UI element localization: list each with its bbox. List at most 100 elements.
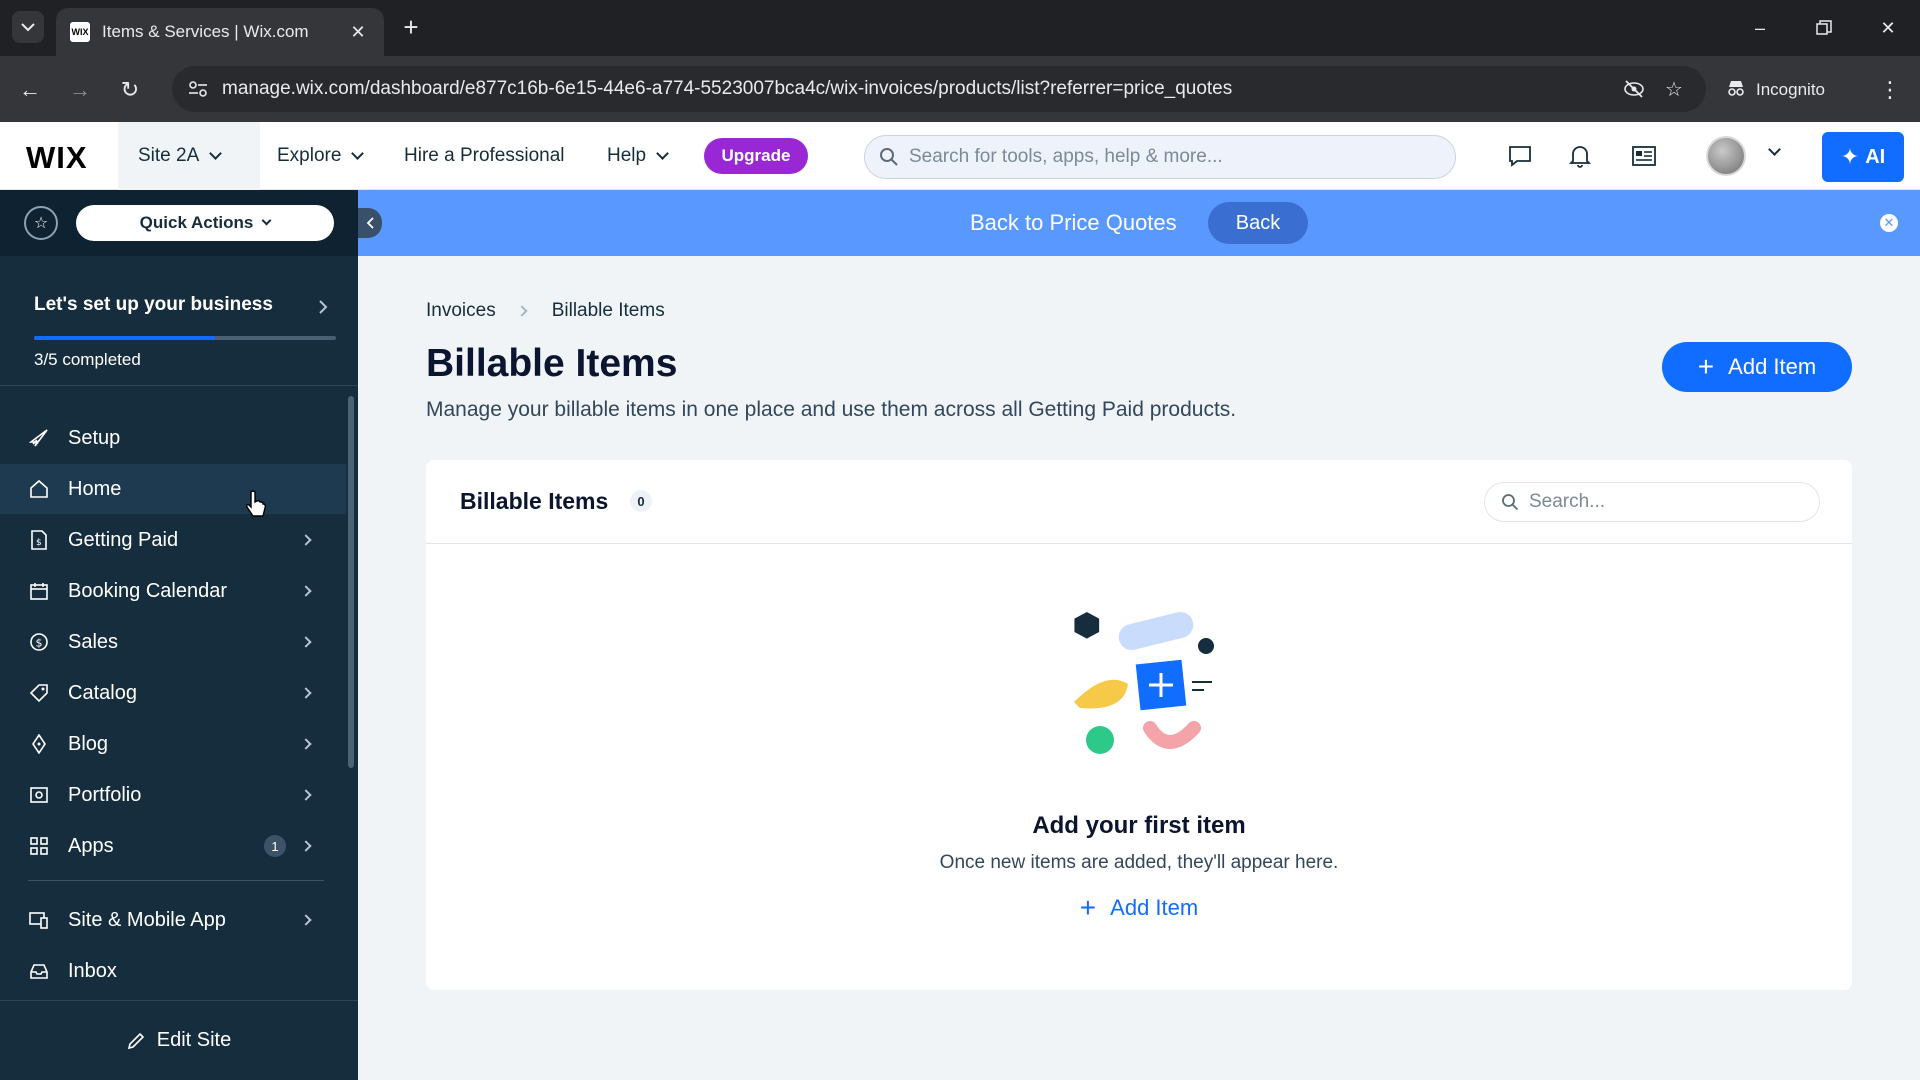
address-bar[interactable]: manage.wix.com/dashboard/e877c16b-6e15-4… [172,66,1706,112]
sidebar-item-label: Inbox [68,959,117,982]
tab-close-icon[interactable]: ✕ [346,22,370,43]
url-text[interactable]: manage.wix.com/dashboard/e877c16b-6e15-4… [222,78,1614,100]
chevron-left-icon [366,217,374,229]
bookmark-star-icon[interactable]: ☆ [1654,69,1694,109]
chevron-right-icon [300,687,312,699]
inbox-icon [28,960,50,982]
sidebar-scrollbar[interactable] [348,396,354,768]
sidebar-item-getting-paid[interactable]: $ Getting Paid [0,515,346,565]
site-selector[interactable]: Site 2A [118,122,260,190]
restore-icon[interactable] [1804,10,1844,46]
sidebar-item-label: Booking Calendar [68,579,227,602]
setup-title: Let's set up your business [34,294,273,315]
site-settings-icon[interactable] [178,66,218,112]
dollar-icon: $ [28,631,50,653]
help-label: Help [607,145,647,166]
user-avatar[interactable] [1706,136,1746,176]
tab-title: Items & Services | Wix.com [102,22,309,41]
browser-toolbar: ← → ↻ manage.wix.com/dashboard/e877c16b-… [0,56,1920,122]
sidebar-item-blog[interactable]: Blog [0,719,346,769]
breadcrumb-invoices[interactable]: Invoices [426,300,496,322]
breadcrumb: Invoices Billable Items [426,300,665,322]
chevron-right-icon [300,789,312,801]
explore-menu[interactable]: Explore [277,122,365,190]
sidebar-item-site-mobile-app[interactable]: Site & Mobile App [0,895,346,945]
bell-icon[interactable] [1562,138,1598,174]
wix-logo[interactable]: WIX [26,140,88,176]
sidebar-item-apps[interactable]: Apps 1 [0,821,346,871]
svg-text:$: $ [36,538,42,548]
chat-icon[interactable] [1502,138,1538,174]
banner-back-button[interactable]: Back [1208,202,1308,244]
item-count-badge: 0 [630,490,652,512]
chevron-down-icon [351,147,365,160]
sidebar-item-inbox[interactable]: Inbox [0,946,346,996]
tag-icon [28,682,50,704]
incognito-icon [1726,80,1746,101]
star-icon[interactable]: ☆ [24,206,58,240]
chevron-right-icon [300,840,312,852]
sidebar-divider [28,880,324,881]
quick-actions-label: Quick Actions [139,213,254,232]
hire-professional-link[interactable]: Hire a Professional [404,122,565,190]
reload-icon[interactable]: ↻ [112,72,148,108]
page-title: Billable Items [426,342,678,385]
setup-count: 3/5 completed [34,350,141,369]
edit-site-label: Edit Site [156,1029,232,1051]
sidebar: ☆ Quick Actions Let's set up your busine… [0,190,358,1080]
browser-tab[interactable]: WIX Items & Services | Wix.com ✕ [56,8,384,56]
add-item-label: Add Item [1728,354,1817,379]
empty-state-title: Add your first item [1032,812,1246,839]
sidebar-item-setup[interactable]: Setup [0,413,346,463]
search-placeholder: Search... [1529,491,1606,512]
portfolio-icon [28,784,50,806]
sidebar-item-catalog[interactable]: Catalog [0,668,346,718]
chevron-right-icon [300,914,312,926]
pen-icon [28,733,50,755]
sidebar-item-label: Sales [68,630,119,653]
sidebar-item-sales[interactable]: $ Sales [0,617,346,667]
sidebar-header: ☆ Quick Actions [0,190,358,256]
sidebar-item-portfolio[interactable]: Portfolio [0,770,346,820]
sidebar-item-booking-calendar[interactable]: Booking Calendar [0,566,346,616]
sidebar-item-label: Blog [68,732,109,755]
quick-actions-button[interactable]: Quick Actions [76,205,334,241]
edit-site-button[interactable]: Edit Site [0,1000,358,1080]
minimize-icon[interactable]: – [1740,10,1780,46]
ai-assistant-button[interactable]: ✦ AI [1822,132,1904,182]
incognito-indicator[interactable]: Incognito [1718,72,1839,108]
upgrade-button[interactable]: Upgrade [704,138,808,174]
pencil-icon [127,1032,144,1049]
svg-text:$: $ [36,637,43,650]
wix-top-bar: WIX Site 2A Explore Hire a Professional … [0,122,1920,190]
new-tab-button[interactable]: + [396,12,426,42]
billable-items-card: Billable Items 0 Search... Add your firs… [426,460,1852,990]
sparkle-icon: ✦ [1840,144,1860,169]
plus-icon: + [1697,351,1715,382]
chevron-down-icon [209,147,223,160]
dashboard-search[interactable]: Search for tools, apps, help & more... [864,135,1456,179]
empty-state-subtitle: Once new items are added, they'll appear… [939,852,1339,873]
search-placeholder: Search for tools, apps, help & more... [909,146,1223,167]
tab-search-button[interactable] [12,11,44,43]
chevron-down-icon[interactable] [1768,143,1781,156]
news-icon[interactable] [1626,138,1662,174]
eye-off-icon[interactable] [1614,69,1654,109]
items-search-input[interactable]: Search... [1484,482,1820,522]
back-arrow-icon[interactable]: ← [12,72,48,108]
browser-menu-icon[interactable]: ⋮ [1872,72,1908,108]
sidebar-item-label: Portfolio [68,783,142,806]
collapse-sidebar-button[interactable] [358,208,382,238]
add-item-button[interactable]: + Add Item [1662,342,1852,392]
forward-arrow-icon[interactable]: → [62,72,98,108]
help-menu[interactable]: Help [607,122,669,190]
chevron-right-icon [300,534,312,546]
close-window-icon[interactable]: ✕ [1868,10,1908,46]
referrer-banner: Back to Price Quotes Back ✕ [358,190,1920,256]
sidebar-item-label: Home [68,477,122,500]
setup-progress-fill [34,336,216,340]
banner-close-icon[interactable]: ✕ [1880,214,1898,232]
empty-add-item-link[interactable]: + Add Item [426,892,1852,924]
sidebar-item-home[interactable]: Home [0,464,346,514]
explore-label: Explore [277,145,342,166]
